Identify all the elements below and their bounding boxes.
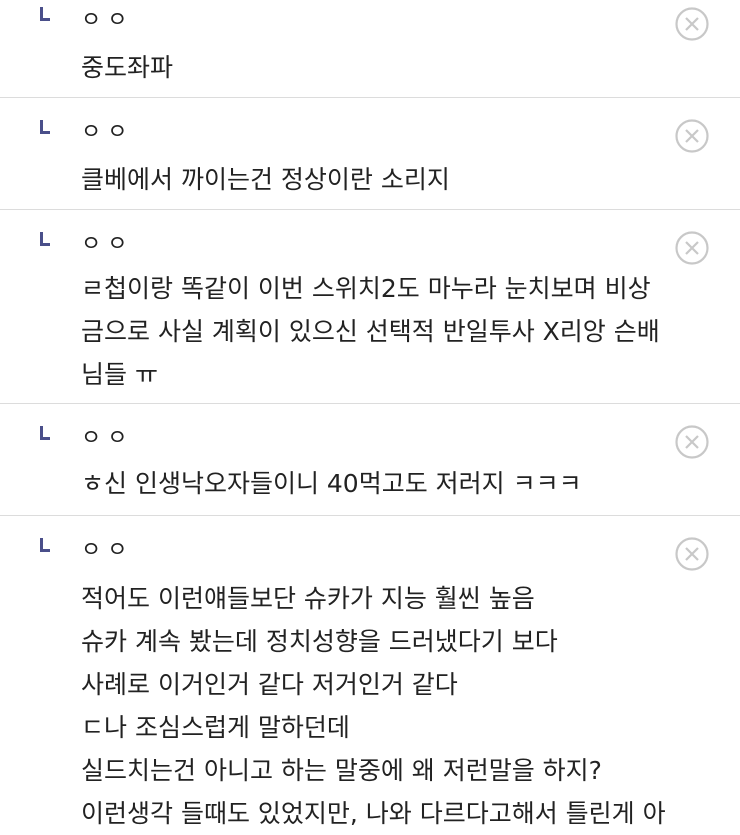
reply-arrow-icon: [40, 7, 50, 21]
delete-comment-button[interactable]: [674, 118, 710, 154]
comment-item: ㅇㅇ 클베에서 까이는건 정상이란 소리지: [0, 98, 740, 210]
comment-text: 클베에서 까이는건 정상이란 소리지: [81, 158, 724, 201]
reply-arrow-icon: [40, 232, 50, 246]
comment-text-line: 적어도 이런얘들보단 슈카가 지능 훨씬 높음: [81, 584, 535, 613]
comment-item: ㅇㅇ ㄹ첩이랑 똑같이 이번 스위치2도 마누라 눈치보며 비상 금으로 사실 …: [0, 210, 740, 404]
comment-text: 중도좌파: [81, 46, 724, 89]
reply-arrow-icon: [40, 426, 50, 440]
comment-author[interactable]: ㅇㅇ: [81, 540, 133, 562]
comment-text-line: 슈카 계속 봤는데 정치성향을 드러냈다기 보다: [81, 627, 558, 656]
delete-comment-button[interactable]: [674, 230, 710, 266]
delete-comment-button[interactable]: [674, 6, 710, 42]
comment-text-line: 실드치는건 아니고 하는 말중에 왜 저런말을 하지?: [81, 756, 602, 785]
comment-text-line: ㄷ나 조심스럽게 말하던데: [81, 713, 350, 742]
comment-item: ㅇㅇ ㅎ신 인생낙오자들이니 40먹고도 저러지 ㅋㅋㅋ: [0, 404, 740, 516]
comment-text-line: 금으로 사실 계획이 있으신 선택적 반일투사 X리앙 슨배: [81, 317, 660, 346]
reply-arrow-icon: [40, 538, 50, 552]
comment-author[interactable]: ㅇㅇ: [81, 122, 133, 144]
comment-text-line: ㅎ신 인생낙오자들이니 40먹고도 저러지 ㅋㅋㅋ: [81, 469, 582, 498]
comment-text: 적어도 이런얘들보단 슈카가 지능 훨씬 높음 슈카 계속 봤는데 정치성향을 …: [81, 577, 724, 835]
comment-text-line: 님들 ㅠ: [81, 360, 158, 389]
comment-item: ㅇㅇ 중도좌파: [0, 0, 740, 98]
reply-arrow-icon: [40, 120, 50, 134]
comment-text: ㄹ첩이랑 똑같이 이번 스위치2도 마누라 눈치보며 비상 금으로 사실 계획이…: [81, 267, 724, 396]
comment-text-line: 클베에서 까이는건 정상이란 소리지: [81, 165, 450, 194]
comment-author[interactable]: ㅇㅇ: [81, 234, 133, 256]
delete-comment-button[interactable]: [674, 424, 710, 460]
comment-author[interactable]: ㅇㅇ: [81, 428, 133, 450]
comment-text-line: 이런생각 들때도 있었지만, 나와 다르다고해서 틀린게 아: [81, 799, 666, 828]
comment-text: ㅎ신 인생낙오자들이니 40먹고도 저러지 ㅋㅋㅋ: [81, 462, 724, 505]
comment-text-line: ㄹ첩이랑 똑같이 이번 스위치2도 마누라 눈치보며 비상: [81, 274, 651, 303]
comment-author[interactable]: ㅇㅇ: [81, 10, 133, 32]
comment-text-line: 사례로 이거인거 같다 저거인거 같다: [81, 670, 458, 699]
delete-comment-button[interactable]: [674, 536, 710, 572]
comment-text-line: 중도좌파: [81, 53, 174, 82]
comment-item: ㅇㅇ 적어도 이런얘들보단 슈카가 지능 훨씬 높음 슈카 계속 봤는데 정치성…: [0, 516, 740, 828]
